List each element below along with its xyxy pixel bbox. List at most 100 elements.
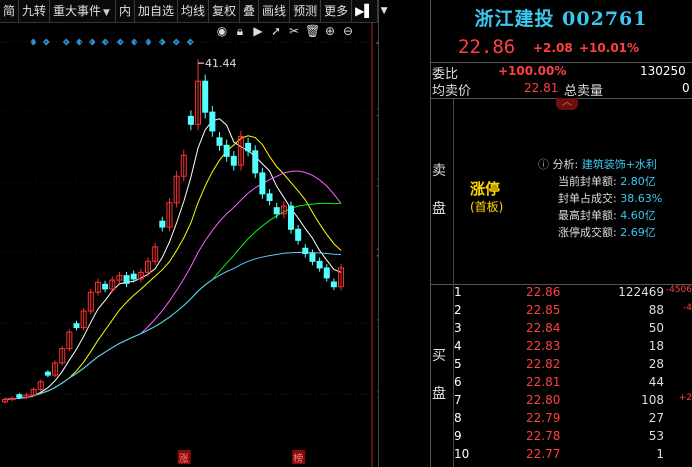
- remove-icon[interactable]: ⊖: [341, 24, 355, 38]
- candle-body: [159, 220, 166, 228]
- level-price: 22.81: [526, 375, 561, 389]
- chart-icon-row: ◉ 🔒︎ ▶ ➚ ✂ 🗑︎ ⊕ ⊖: [215, 24, 355, 40]
- chevron-down-icon: ▼: [103, 8, 110, 18]
- orderbook-row[interactable]: 6 22.81 44: [454, 375, 692, 392]
- trash-icon[interactable]: 🗑︎: [305, 24, 320, 38]
- buy-side-char: 盘: [432, 386, 446, 402]
- candle-body: [266, 193, 273, 202]
- orderbook-row[interactable]: 4 22.83 18: [454, 339, 692, 356]
- moving-average-lines: [4, 118, 342, 400]
- level-price: 22.77: [526, 447, 561, 461]
- candle-body: [230, 155, 237, 166]
- candle-body: [187, 115, 194, 125]
- add-icon[interactable]: ⊕: [323, 24, 337, 38]
- level-price: 22.78: [526, 429, 561, 443]
- toolbar-item-overlay[interactable]: 叠: [240, 0, 260, 22]
- candle-body: [259, 172, 266, 195]
- high-price-label: 41.44: [205, 57, 237, 70]
- orderbook-row[interactable]: 1 22.86 122469 -4506: [454, 285, 692, 302]
- level-quantity: 44: [648, 375, 664, 389]
- price-row: 22.86 +2.08 +10.01%: [430, 36, 692, 60]
- candle-body: [252, 150, 259, 174]
- info-icon[interactable]: ⓘ: [538, 158, 549, 171]
- chart-toolbar: 简 九转 重大事件 ▼ 内 加自选 均线 复权 叠 画线 预测 更多 ▶▌ ▼: [0, 0, 387, 23]
- limit-up-sub: (首板): [470, 200, 504, 214]
- commission-ratio-value: +100.00%: [498, 64, 567, 78]
- candle-body: [302, 247, 309, 255]
- level-quantity: 28: [648, 357, 664, 371]
- toolbar-item-forecast[interactable]: 预测: [290, 0, 322, 22]
- level-index: 2: [454, 303, 462, 317]
- toolbar-item-jiuzhuan[interactable]: 九转: [19, 0, 51, 22]
- toolbar-item-more[interactable]: 更多: [321, 0, 353, 22]
- level-price: 22.80: [526, 393, 561, 407]
- analysis-key: 最高封单额:: [558, 209, 617, 222]
- play-icon[interactable]: ▶: [251, 24, 265, 38]
- level-delta: -4506: [665, 285, 692, 295]
- level-index: 5: [454, 357, 462, 371]
- price-change: +2.08: [533, 41, 573, 55]
- cursor-icon[interactable]: ➚: [269, 24, 283, 38]
- bottom-tags: 涨榜: [177, 450, 306, 465]
- toolbar-item-add-watch[interactable]: 加自选: [135, 0, 178, 22]
- total-sell-value: 0: [682, 81, 690, 95]
- orderbook-row[interactable]: 7 22.80 108 +2: [454, 393, 692, 410]
- level-quantity: 18: [648, 339, 664, 353]
- toolbar-item-ma[interactable]: 均线: [178, 0, 210, 22]
- level-index: 3: [454, 321, 462, 335]
- toolbar-item-draw[interactable]: 画线: [259, 0, 291, 22]
- lock-icon[interactable]: 🔒︎: [233, 24, 247, 38]
- orderbook-row[interactable]: 8 22.79 27: [454, 411, 692, 428]
- toolbar-item-inner[interactable]: 内: [116, 0, 135, 22]
- scissors-icon[interactable]: ✂: [287, 24, 301, 38]
- level-index: 9: [454, 429, 462, 443]
- candle-body: [216, 137, 223, 146]
- price-change-pct: +10.01%: [579, 41, 640, 55]
- candle-body: [73, 323, 80, 329]
- level-price: 22.84: [526, 321, 561, 335]
- event-marker: [158, 38, 166, 46]
- candle-body: [245, 142, 252, 152]
- toolbar-item-adjust[interactable]: 复权: [209, 0, 241, 22]
- candle-body: [16, 394, 23, 398]
- toolbar-item-simple[interactable]: 简: [0, 0, 20, 22]
- analysis-label: 分析:: [552, 158, 579, 171]
- candle-body: [316, 260, 323, 269]
- level-delta: +2: [678, 393, 692, 403]
- kline-chart[interactable]: 43.3537.0330.6224.3117.9011.49 41.44 涨榜: [0, 22, 378, 467]
- orderbook-row[interactable]: 3 22.84 50: [454, 321, 692, 338]
- ma10-line: [4, 135, 342, 400]
- level-quantity: 53: [648, 429, 664, 443]
- sell-side-char: 盘: [432, 201, 446, 217]
- eye-icon[interactable]: ◉: [215, 24, 229, 38]
- analysis-value: 4.60亿: [620, 209, 656, 222]
- sell-side-char: 卖: [432, 163, 446, 179]
- candle-body: [209, 111, 216, 132]
- analysis-value: 2.80亿: [620, 175, 656, 188]
- analysis-key: 涨停成交额:: [558, 226, 617, 239]
- analysis-sector[interactable]: 建筑装饰+水利: [582, 158, 657, 171]
- expand-chevron-icon[interactable]: ︿: [556, 98, 578, 110]
- level-price: 22.79: [526, 411, 561, 425]
- orderbook-row[interactable]: 10 22.77 1: [454, 447, 692, 464]
- axis-divider: [378, 0, 379, 467]
- limit-up-status: 涨停: [470, 180, 501, 198]
- level-index: 8: [454, 411, 462, 425]
- collapse-arrow-icon[interactable]: ▶▌: [352, 0, 378, 22]
- analysis-key: 当前封单额:: [558, 175, 617, 188]
- candle-body: [102, 283, 109, 290]
- toolbar-item-events[interactable]: 重大事件 ▼: [50, 0, 116, 22]
- avg-sell-value: 22.81: [524, 81, 559, 95]
- orderbook-row[interactable]: 2 22.85 88 -4: [454, 303, 692, 320]
- orderbook-row[interactable]: 5 22.82 28: [454, 357, 692, 374]
- limit-analysis: ⓘ 分析: 建筑装饰+水利 当前封单额: 2.80亿 封单占成交: 38.63%…: [538, 156, 662, 241]
- candle-body: [202, 80, 209, 113]
- toolbar-dropdown-icon[interactable]: ▼: [378, 0, 391, 22]
- level-quantity: 1: [656, 447, 664, 461]
- candle-body: [123, 275, 130, 284]
- level-price: 22.82: [526, 357, 561, 371]
- stock-name: 浙江建投: [474, 8, 555, 30]
- events-label: 重大事件: [53, 4, 102, 18]
- orderbook-row[interactable]: 9 22.78 53: [454, 429, 692, 446]
- buy-side-char: 买: [432, 348, 446, 364]
